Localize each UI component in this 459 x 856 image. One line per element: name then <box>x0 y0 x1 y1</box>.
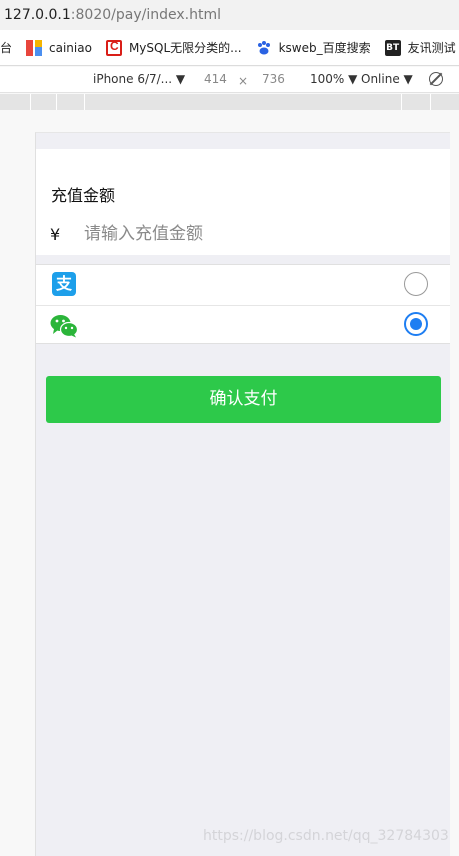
bookmarks-bar: 台 cainiao MySQL无限分类的... ksweb_百度搜索 BT 友讯… <box>0 30 459 66</box>
device-viewport: 充值金额 ¥ 支 确认支付 <box>35 132 450 856</box>
recharge-title: 充值金额 <box>51 186 116 205</box>
wechat-icon <box>50 315 78 338</box>
bookmark-youxun[interactable]: BT 友讯测试 <box>384 39 456 56</box>
amount-input[interactable] <box>76 219 406 249</box>
payment-method-list: 支 <box>36 264 450 344</box>
alipay-radio[interactable] <box>404 272 428 296</box>
network-select[interactable]: Online ▼ <box>361 72 413 86</box>
bt-icon: BT <box>384 39 401 56</box>
baidu-paw-icon <box>256 40 272 56</box>
bookmark-label: 友讯测试 <box>407 41 456 55</box>
device-ruler <box>0 94 459 110</box>
device-width-input[interactable]: 414 <box>204 72 227 86</box>
bookmark-cainiao[interactable]: cainiao <box>26 39 92 56</box>
address-bar[interactable]: 127.0.0.1:8020/pay/index.html <box>0 0 459 30</box>
rotate-icon[interactable] <box>429 72 443 86</box>
device-toolbar: iPhone 6/7/... ▼ 414 × 736 100% ▼ Online… <box>0 67 459 93</box>
payment-option-wechat[interactable] <box>36 305 450 345</box>
bookmark-ksweb[interactable]: ksweb_百度搜索 <box>256 39 371 56</box>
watermark: https://blog.csdn.net/qq_32784303 <box>203 828 449 844</box>
dimension-separator: × <box>238 74 249 88</box>
cainiao-icon <box>26 39 43 56</box>
device-select[interactable]: iPhone 6/7/... ▼ <box>93 72 185 86</box>
mysql-c-icon <box>105 39 122 56</box>
alipay-icon: 支 <box>52 272 76 296</box>
bookmark-label: MySQL无限分类的... <box>128 41 242 55</box>
recharge-amount-card: 充值金额 ¥ <box>36 149 450 255</box>
bookmark-label: cainiao <box>49 40 92 55</box>
confirm-payment-button[interactable]: 确认支付 <box>46 376 441 423</box>
bookmark-partial[interactable]: 台 <box>0 39 12 56</box>
bookmark-mysql[interactable]: MySQL无限分类的... <box>105 39 242 56</box>
payment-option-alipay[interactable]: 支 <box>36 265 450 305</box>
zoom-select[interactable]: 100% ▼ <box>310 72 357 86</box>
bookmark-label: ksweb_百度搜索 <box>278 41 371 55</box>
currency-symbol: ¥ <box>50 225 61 244</box>
device-height-input[interactable]: 736 <box>262 72 285 86</box>
url-path: :8020/pay/index.html <box>70 7 221 23</box>
wechat-radio[interactable] <box>404 312 428 336</box>
url-host: 127.0.0.1 <box>4 7 71 23</box>
